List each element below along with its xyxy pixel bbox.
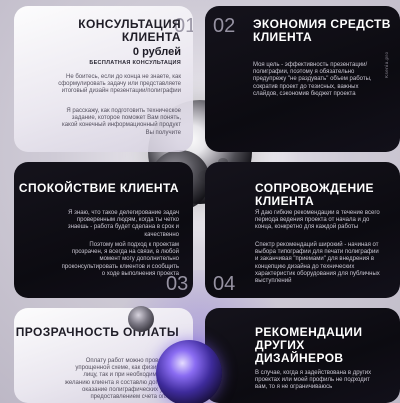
card-text: Не боитесь, если до конца не знаете, как… [58,74,181,95]
card-calm: СПОКОЙСТВИЕ КЛИЕНТА Я знаю, что такое де… [14,162,193,298]
card-text: Я расскажу, как подготовить техническое … [62,108,181,136]
page: 01 КОНСУЛЬТАЦИЯ КЛИЕНТА 0 рублей БЕСПЛАТ… [0,0,400,403]
price-label: БЕСПЛАТНАЯ КОНСУЛЬТАЦИЯ [89,60,181,66]
side-label: Ksenia.pro [384,51,389,78]
card-text: Спектр рекомендаций широкий - начиная от… [255,242,380,285]
card-text: В случае, когда я задействована в других… [255,370,372,391]
card-title: СПОКОЙСТВИЕ КЛИЕНТА [18,181,179,195]
card-text: Я знаю, что такое делегирование задач пр… [67,210,179,238]
price-value: 0 рублей [132,46,181,58]
card-title: СОПРОВОЖДЕНИЕ КЛИЕНТА [255,181,374,208]
card-title: ПРОЗРАЧНОСТЬ ОПЛАТЫ [15,325,179,339]
card-title: ЭКОНОМИЯ СРЕДСТВ КЛИЕНТА [253,17,391,44]
card-number: 02 [213,15,236,37]
card-number: 04 [213,273,236,295]
card-text: Я даю гибкие рекомендации в течение всег… [255,210,380,231]
card-number: 03 [166,273,189,295]
card-savings: 02 ЭКОНОМИЯ СРЕДСТВ КЛИЕНТА Моя цель - э… [205,6,400,152]
card-title: КОНСУЛЬТАЦИЯ КЛИЕНТА [78,17,181,44]
card-title: РЕКОМЕНДАЦИИ ДРУГИХ ДИЗАЙНЕРОВ [255,325,363,365]
card-support: СОПРОВОЖДЕНИЕ КЛИЕНТА Я даю гибкие реком… [205,162,400,298]
card-text: Поэтому мой подход к проектам прозрачен,… [61,242,179,277]
card-consultation: 01 КОНСУЛЬТАЦИЯ КЛИЕНТА 0 рублей БЕСПЛАТ… [14,6,193,152]
card-recommendations: РЕКОМЕНДАЦИИ ДРУГИХ ДИЗАЙНЕРОВ В случае,… [205,308,400,403]
small-sphere [128,306,154,332]
purple-sphere [156,340,222,403]
card-text: Моя цель - эффективность презентации/пол… [253,62,372,97]
